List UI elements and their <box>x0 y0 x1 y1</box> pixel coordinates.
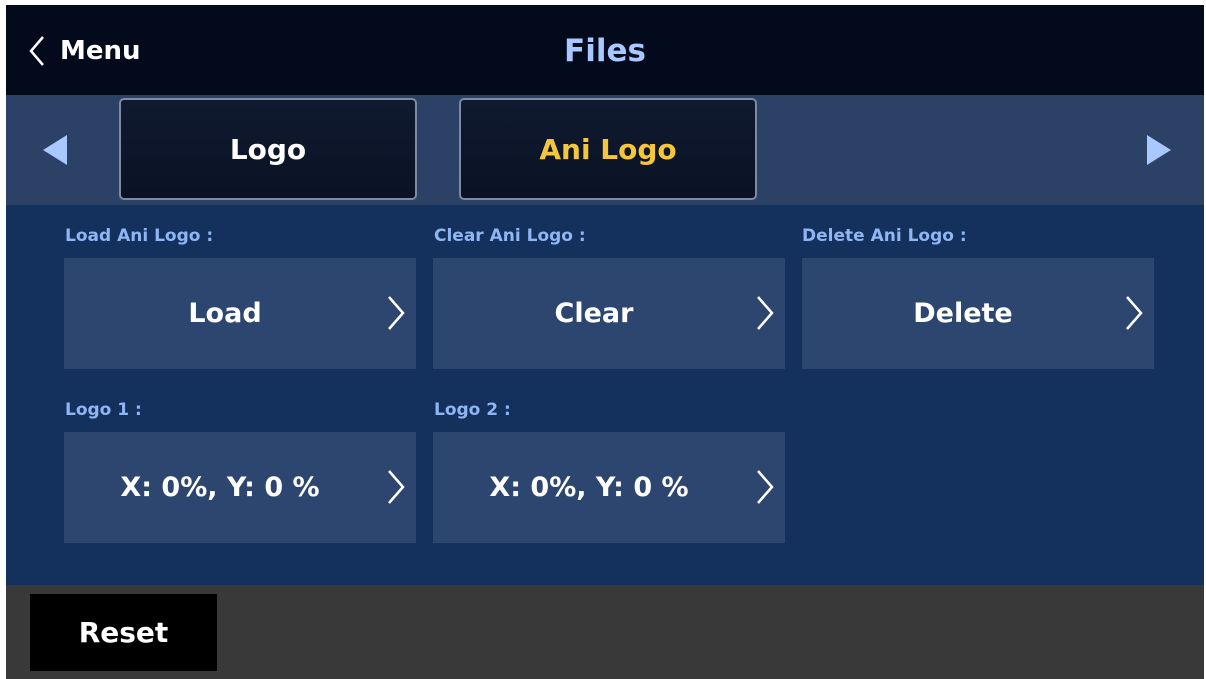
chevron-right-icon <box>1126 296 1143 330</box>
delete-button[interactable]: Delete <box>802 258 1154 369</box>
load-ani-logo-label: Load Ani Logo : <box>65 226 214 246</box>
logo-2-label: Logo 2 : <box>434 400 511 420</box>
logo-1-position-value: X: 0%, Y: 0 % <box>120 472 320 503</box>
chevron-right-icon <box>388 470 405 504</box>
clear-button[interactable]: Clear <box>433 258 785 369</box>
triangle-left-icon <box>43 135 67 165</box>
page-title: Files <box>564 33 646 69</box>
chevron-right-icon <box>388 296 405 330</box>
logo-1-position-button[interactable]: X: 0%, Y: 0 % <box>64 432 416 543</box>
tab-logo[interactable]: Logo <box>119 98 417 200</box>
reset-button[interactable]: Reset <box>30 594 217 671</box>
tab-scroll-right-button[interactable] <box>1147 135 1171 169</box>
triangle-right-icon <box>1147 135 1171 165</box>
tab-ani-logo[interactable]: Ani Logo <box>459 98 757 200</box>
chevron-right-icon <box>757 470 774 504</box>
delete-ani-logo-label: Delete Ani Logo : <box>802 226 967 246</box>
logo-2-position-value: X: 0%, Y: 0 % <box>489 472 689 503</box>
tab-scroll-left-button[interactable] <box>43 135 67 169</box>
clear-button-label: Clear <box>554 298 634 329</box>
tab-bar: Logo Ani Logo <box>6 95 1204 205</box>
footer-bar: Reset <box>6 585 1204 679</box>
logo-2-position-button[interactable]: X: 0%, Y: 0 % <box>433 432 785 543</box>
header-bar: Menu Files <box>6 5 1204 95</box>
logo-1-label: Logo 1 : <box>65 400 142 420</box>
chevron-right-icon <box>757 296 774 330</box>
load-button[interactable]: Load <box>64 258 416 369</box>
delete-button-label: Delete <box>913 298 1013 329</box>
settings-panel: Load Ani Logo : Load Clear Ani Logo : Cl… <box>6 205 1204 585</box>
files-screen: Menu Files Logo Ani Logo Load Ani Logo :… <box>6 5 1204 679</box>
load-button-label: Load <box>188 298 262 329</box>
clear-ani-logo-label: Clear Ani Logo : <box>434 226 586 246</box>
